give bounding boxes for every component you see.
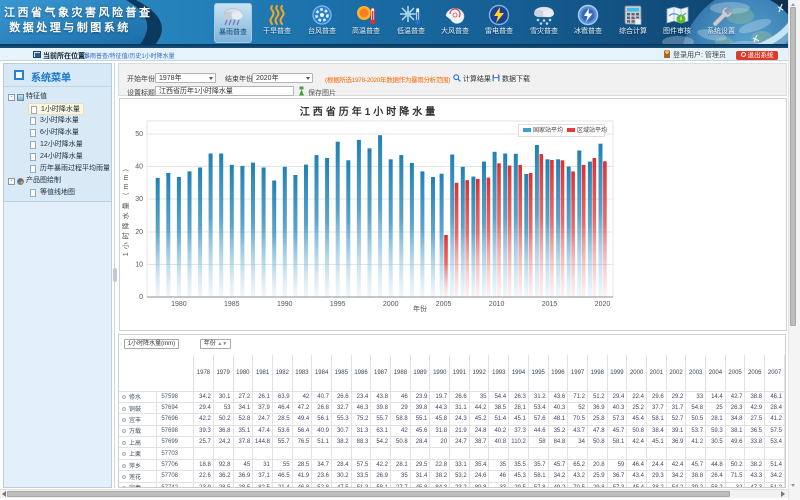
svg-text:2005: 2005 bbox=[436, 301, 452, 308]
svg-text:年份: 年份 bbox=[413, 304, 427, 313]
svg-text:1985: 1985 bbox=[224, 301, 240, 308]
svg-text:40: 40 bbox=[135, 164, 143, 171]
svg-text:2000: 2000 bbox=[383, 301, 399, 308]
svg-text:2010: 2010 bbox=[489, 301, 505, 308]
svg-text:1980: 1980 bbox=[171, 301, 187, 308]
svg-text:2020: 2020 bbox=[595, 301, 611, 308]
svg-text:0: 0 bbox=[139, 294, 143, 301]
svg-text:20: 20 bbox=[135, 229, 143, 236]
svg-text:30: 30 bbox=[135, 196, 143, 203]
svg-text:2015: 2015 bbox=[542, 301, 558, 308]
svg-text:1995: 1995 bbox=[330, 301, 346, 308]
svg-text:50: 50 bbox=[135, 131, 143, 138]
svg-text:1990: 1990 bbox=[277, 301, 293, 308]
svg-text:10: 10 bbox=[135, 261, 143, 268]
svg-text:1小时降水量（mm）: 1小时降水量（mm） bbox=[121, 162, 130, 257]
